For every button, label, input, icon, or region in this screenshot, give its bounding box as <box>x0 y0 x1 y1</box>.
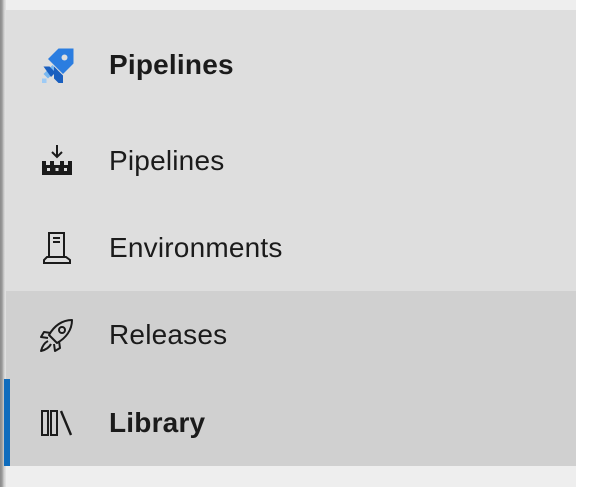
sidebar-item-environments[interactable]: Environments <box>6 206 576 290</box>
selected-indicator <box>4 379 10 466</box>
sidebar-item-label: Environments <box>109 232 283 263</box>
top-divider <box>6 0 576 10</box>
sidebar-item-label: Releases <box>109 319 228 350</box>
library-icon <box>36 402 78 444</box>
azure-pipelines-logo-icon <box>36 44 78 86</box>
sidebar-item-label: Library <box>109 406 206 438</box>
rocket-icon <box>36 314 78 356</box>
sidebar-item-pipelines[interactable]: Pipelines <box>6 118 576 204</box>
sidebar-item-label: Pipelines <box>109 145 225 176</box>
sidebar-item-library[interactable]: Library <box>4 379 576 466</box>
sidebar: Pipelines Pipelines Environments Release… <box>4 0 576 487</box>
sidebar-header-pipelines[interactable]: Pipelines <box>6 18 576 112</box>
bottom-divider <box>6 466 576 487</box>
environments-icon <box>36 227 78 269</box>
sidebar-item-releases[interactable]: Releases <box>6 291 576 379</box>
sidebar-header-label: Pipelines <box>109 49 234 80</box>
screenshot-frame: Pipelines Pipelines Environments Release… <box>0 0 590 487</box>
pipelines-icon <box>36 140 78 182</box>
